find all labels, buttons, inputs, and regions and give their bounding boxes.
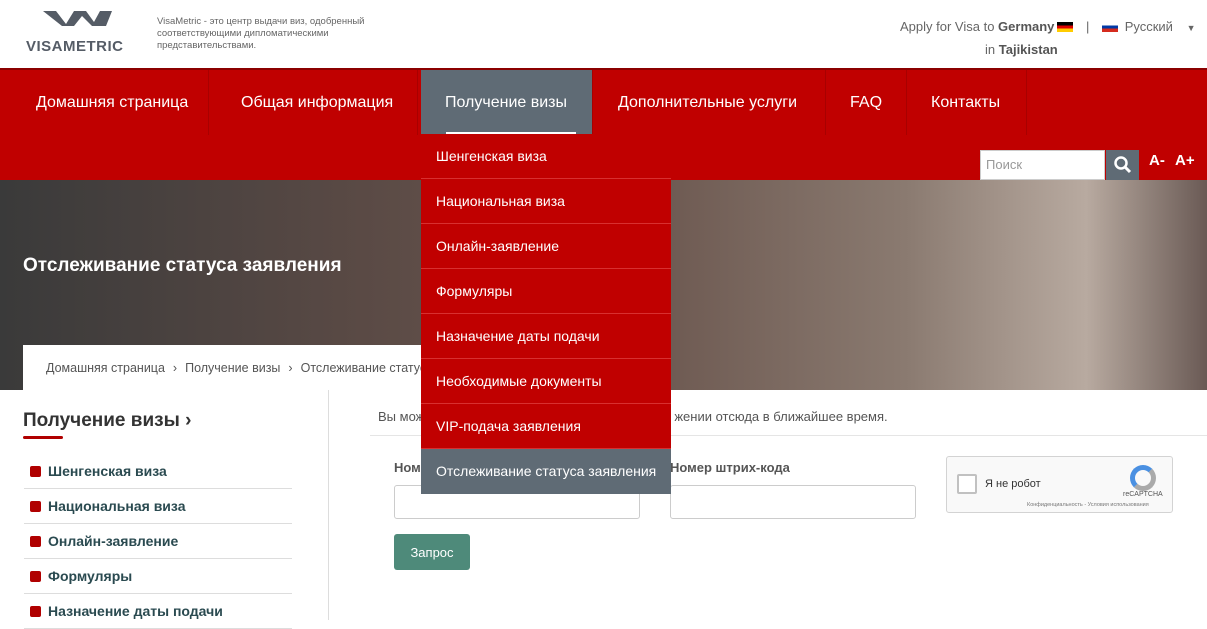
- sidebar-item-forms[interactable]: Формуляры: [24, 559, 292, 594]
- nav-home[interactable]: Домашняя страница: [16, 70, 210, 135]
- breadcrumb-current: Отслеживание статуса заявления: [300, 360, 423, 375]
- recaptcha-brand: reCAPTCHA: [1123, 491, 1163, 498]
- info-text-start: Вы мож: [378, 409, 425, 424]
- font-increase-button[interactable]: A+: [1175, 152, 1195, 169]
- location: in Tajikistan: [985, 42, 1058, 57]
- germany-flag-icon: [1057, 22, 1074, 32]
- search-icon: [1113, 156, 1131, 174]
- sidebar-item-national[interactable]: Национальная виза: [24, 489, 292, 524]
- nav-general-info[interactable]: Общая информация: [217, 70, 419, 135]
- recaptcha-label: Я не робот: [985, 478, 1041, 490]
- dropdown-item-tracking[interactable]: Отслеживание статуса заявления: [421, 449, 671, 494]
- sidebar-item-schengen[interactable]: Шенгенская виза: [24, 454, 292, 489]
- submit-button[interactable]: Запрос: [394, 534, 470, 570]
- recaptcha-links[interactable]: Конфиденциальность - Условия использован…: [1027, 502, 1149, 508]
- sidebar-title[interactable]: Получение визы ›: [23, 410, 191, 432]
- chevron-down-icon: ▼: [1186, 23, 1196, 33]
- page-title: Отслеживание статуса заявления: [23, 255, 342, 276]
- recaptcha-logo-icon: [1130, 465, 1156, 491]
- nav-get-visa[interactable]: Получение визы: [421, 70, 593, 135]
- nav-faq[interactable]: FAQ: [826, 70, 907, 135]
- info-text-end: жении отсюда в ближайшее время.: [674, 409, 888, 424]
- logo-text: VISAMETRIC: [26, 38, 124, 55]
- header: VISAMETRIC VisaMetric - это центр выдачи…: [0, 0, 1207, 68]
- breadcrumb-get-visa[interactable]: Получение визы: [185, 361, 280, 375]
- language-selector[interactable]: Русский ▼: [1099, 19, 1195, 34]
- application-number-label: Ном: [394, 460, 421, 475]
- title-underline: [23, 436, 63, 439]
- dropdown-item-schengen[interactable]: Шенгенская виза: [421, 134, 671, 179]
- search-button[interactable]: [1106, 150, 1139, 180]
- barcode-number-input[interactable]: [670, 485, 916, 519]
- country-name: Germany: [998, 19, 1055, 34]
- tagline: VisaMetric - это центр выдачи виз, одобр…: [157, 16, 365, 51]
- dropdown-item-appointment[interactable]: Назначение даты подачи: [421, 314, 671, 359]
- separator: |: [1086, 19, 1090, 34]
- apply-prefix: Apply for Visa to: [900, 19, 995, 34]
- font-decrease-button[interactable]: A-: [1149, 152, 1165, 169]
- language-label: Русский: [1124, 19, 1173, 34]
- dropdown-item-documents[interactable]: Необходимые документы: [421, 359, 671, 404]
- dropdown-item-vip[interactable]: VIP-подача заявления: [421, 404, 671, 449]
- get-visa-dropdown: Шенгенская виза Национальная виза Онлайн…: [421, 134, 671, 494]
- dropdown-item-forms[interactable]: Формуляры: [421, 269, 671, 314]
- dropdown-item-online[interactable]: Онлайн-заявление: [421, 224, 671, 269]
- location-name: Tajikistan: [998, 42, 1058, 57]
- apply-for-visa[interactable]: Apply for Visa to Germany | Русский ▼: [900, 19, 1195, 34]
- breadcrumb: Домашняя страница › Получение визы › Отсле…: [23, 345, 423, 390]
- chevron-right-icon: ›: [172, 360, 178, 375]
- search-input[interactable]: Поиск: [980, 150, 1105, 180]
- recaptcha-widget: Я не робот reCAPTCHA Конфиденциальность …: [946, 456, 1173, 513]
- in-prefix: in: [985, 42, 996, 57]
- sidebar: Получение визы › Шенгенская виза Национа…: [0, 390, 329, 629]
- breadcrumb-home[interactable]: Домашняя страница: [46, 361, 165, 375]
- recaptcha-checkbox[interactable]: [957, 474, 977, 494]
- sidebar-item-appointment[interactable]: Назначение даты подачи: [24, 594, 292, 629]
- nav-additional-services[interactable]: Дополнительные услуги: [594, 70, 826, 135]
- barcode-number-label: Номер штрих-кода: [670, 460, 790, 475]
- russia-flag-icon: [1102, 22, 1119, 32]
- sidebar-item-online[interactable]: Онлайн-заявление: [24, 524, 292, 559]
- dropdown-item-national[interactable]: Национальная виза: [421, 179, 671, 224]
- chevron-right-icon: ›: [288, 360, 293, 375]
- nav-contacts[interactable]: Контакты: [907, 70, 1027, 135]
